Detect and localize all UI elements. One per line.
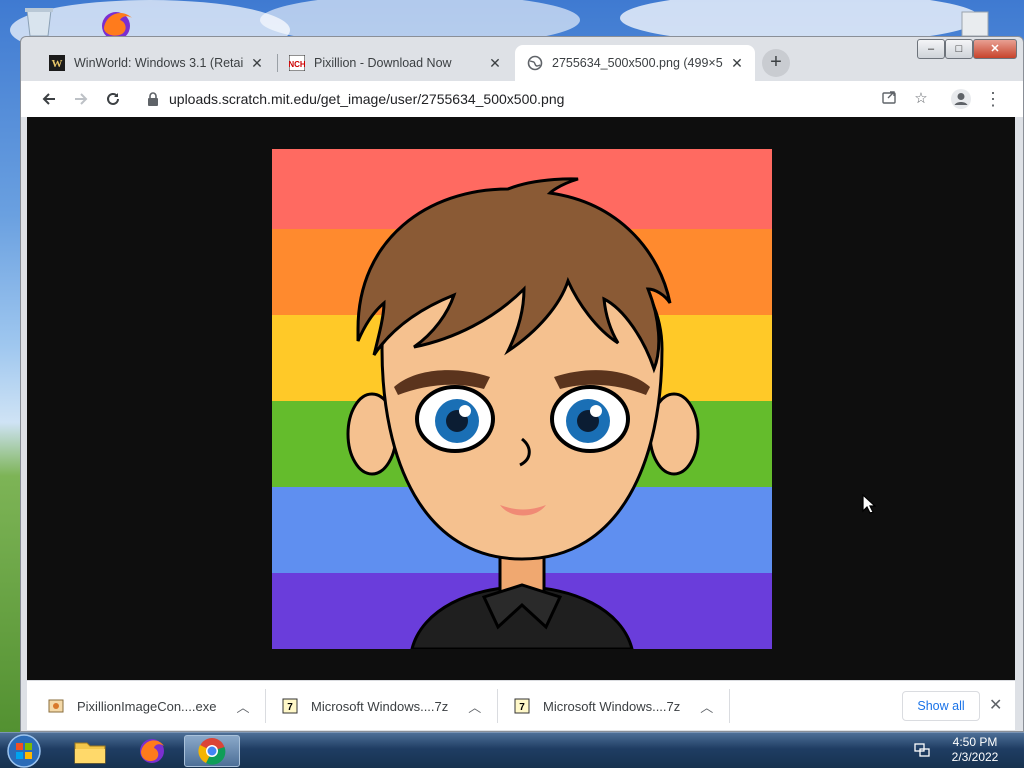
chrome-icon [198,738,226,765]
download-item[interactable]: 7 Microsoft Windows....7z ︿ [513,681,713,731]
taskbar: 4:50 PM 2/3/2022 [0,732,1024,768]
lock-icon[interactable] [147,92,159,111]
close-tab-icon[interactable]: ✕ [249,55,265,71]
browser-toolbar: uploads.scratch.mit.edu/get_image/user/2… [21,81,1023,117]
divider [729,689,730,723]
svg-text:7: 7 [287,702,293,713]
chevron-up-icon[interactable]: ︿ [236,697,249,716]
file-explorer-icon [74,742,106,764]
firefox-icon [140,739,164,763]
address-bar[interactable]: uploads.scratch.mit.edu/get_image/user/2… [135,85,1015,113]
globe-icon [527,55,543,71]
archive-icon: 7 [282,698,298,714]
profile-avatar-icon[interactable] [947,85,975,113]
close-tab-icon[interactable]: ✕ [729,55,745,71]
url-text[interactable]: uploads.scratch.mit.edu/get_image/user/2… [169,91,564,107]
more-menu-icon[interactable]: ⋮ [979,85,1007,113]
download-filename: Microsoft Windows....7z [311,698,449,714]
back-button[interactable] [35,85,63,113]
tab-winworld[interactable]: W WinWorld: Windows 3.1 (Retail) ( ✕ [37,45,275,81]
share-icon[interactable] [879,89,899,109]
svg-text:W: W [52,58,63,70]
divider [265,689,266,723]
downloads-bar: PixillionImageCon....exe ︿ 7 Microsoft W… [27,680,1015,730]
chevron-up-icon[interactable]: ︿ [700,697,713,716]
start-button[interactable] [4,733,44,768]
tab-title: WinWorld: Windows 3.1 (Retail) ( [74,56,243,70]
avatar-image[interactable] [272,149,772,649]
browser-window: W WinWorld: Windows 3.1 (Retail) ( ✕ NCH… [20,36,1024,732]
chevron-up-icon[interactable]: ︿ [468,697,481,716]
tab-strip: W WinWorld: Windows 3.1 (Retail) ( ✕ NCH… [21,37,1023,81]
arrow-left-icon [42,93,55,105]
download-filename: PixillionImageCon....exe [77,698,217,714]
system-clock[interactable]: 4:50 PM 2/3/2022 [940,735,1010,765]
download-item[interactable]: PixillionImageCon....exe ︿ [47,681,249,731]
svg-text:NCH: NCH [289,60,305,69]
nch-icon: NCH [289,55,305,71]
forward-button[interactable] [67,85,95,113]
reload-icon [107,92,119,105]
arrow-right-icon [75,93,88,105]
new-tab-button[interactable]: + [762,49,790,77]
taskbar-file-explorer[interactable] [62,735,118,767]
clock-time: 4:50 PM [952,735,998,749]
download-filename: Microsoft Windows....7z [543,698,681,714]
tab-image[interactable]: 2755634_500x500.png (499×500) ✕ [515,45,755,81]
installer-icon [48,699,64,713]
download-item[interactable]: 7 Microsoft Windows....7z ︿ [281,681,481,731]
maximize-button[interactable]: □ [945,39,973,59]
image-viewer [27,117,1015,680]
close-downloads-icon[interactable]: ✕ [989,695,1002,715]
tab-pixillion[interactable]: NCH Pixillion - Download Now ✕ [277,45,513,81]
network-icon[interactable] [914,742,930,763]
clock-date: 2/3/2022 [951,750,999,764]
close-tab-icon[interactable]: ✕ [487,55,503,71]
windows-logo-icon [7,734,41,768]
winworld-icon: W [49,55,65,71]
archive-icon: 7 [514,698,530,714]
close-window-button[interactable]: ✕ [973,39,1017,59]
minimize-button[interactable]: – [917,39,945,59]
tab-title: 2755634_500x500.png (499×500) [552,56,723,70]
tab-title: Pixillion - Download Now [314,56,452,70]
taskbar-firefox[interactable] [124,735,180,767]
reload-button[interactable] [99,85,127,113]
svg-text:7: 7 [519,702,525,713]
taskbar-chrome[interactable] [184,735,240,767]
mouse-cursor-icon [862,494,876,514]
divider [497,689,498,723]
show-all-button[interactable]: Show all [902,691,980,721]
bookmark-star-icon[interactable]: ☆ [911,89,931,109]
